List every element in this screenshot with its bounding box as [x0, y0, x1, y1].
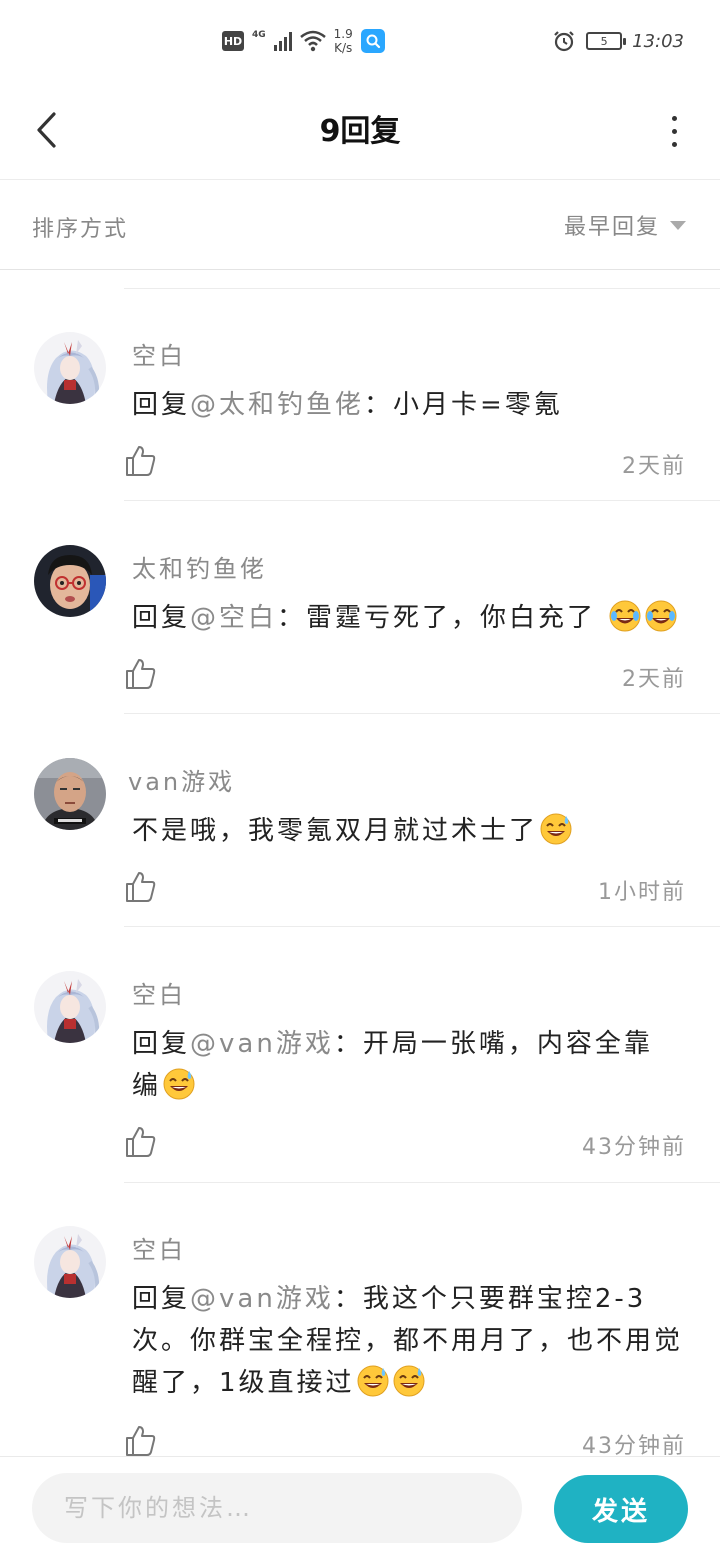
avatar[interactable] [34, 1226, 106, 1298]
battery-icon: 5 [586, 32, 627, 50]
signal-icon [273, 31, 292, 51]
clock: 13:03 [632, 30, 684, 52]
mention-link[interactable]: @空白 [190, 603, 277, 633]
comment-text: 回复@空白：雷霆亏死了，你白充了 [132, 597, 690, 639]
caret-down-icon [670, 220, 686, 230]
wifi-icon [299, 30, 326, 52]
reply-bar: 发送 [0, 1456, 720, 1559]
status-indicators: HD 4G 1.9 K/s [222, 22, 385, 60]
comment-text: 回复@van游戏：开局一张嘴，内容全靠编 [132, 1029, 653, 1101]
avatar[interactable] [34, 758, 106, 830]
send-button[interactable]: 发送 [554, 1475, 688, 1543]
sort-label: 排序方式 [32, 217, 129, 242]
like-icon[interactable] [124, 657, 158, 691]
comment-time: 1小时前 [598, 880, 686, 905]
sweat-smile-emoji [356, 1364, 390, 1398]
like-icon[interactable] [124, 1125, 158, 1159]
comment-time: 2天前 [622, 454, 686, 479]
sort-dropdown[interactable]: 最早回复 [564, 209, 686, 241]
avatar[interactable] [34, 545, 106, 617]
mention-link[interactable]: @van游戏 [190, 1284, 334, 1314]
network-speed: 1.9 K/s [333, 27, 353, 55]
alarm-icon [554, 31, 574, 52]
status-right: 5 13:03 [552, 26, 684, 56]
like-icon[interactable] [124, 444, 158, 478]
like-icon[interactable] [124, 870, 158, 904]
sort-bar: 排序方式 最早回复 [0, 181, 720, 270]
comment-text: 回复@van游戏：我这个只要群宝控2-3次。你群宝全程控，都不用月了，也不用觉醒… [132, 1284, 684, 1398]
comment-author[interactable]: 空白 [132, 336, 186, 371]
divider [124, 1182, 720, 1183]
avatar[interactable] [34, 332, 106, 404]
sweat-smile-emoji [392, 1364, 426, 1398]
comment-author[interactable]: 太和钓鱼佬 [132, 549, 267, 584]
mention-link[interactable]: @太和钓鱼佬 [190, 390, 364, 420]
app-notification-icon [360, 29, 385, 53]
comment-author[interactable]: 空白 [132, 1230, 186, 1265]
more-dots-icon [671, 115, 677, 121]
comment-text: 回复@太和钓鱼佬：小月卡=零氪 [132, 390, 563, 420]
laughing-tears-emoji [608, 599, 642, 633]
top-nav: 9回复 [0, 80, 720, 180]
page-title: 9回复 [319, 114, 401, 149]
divider [124, 713, 720, 714]
comment-author[interactable]: van游戏 [128, 762, 235, 797]
hd-badge: HD [222, 31, 244, 51]
comment-time: 2天前 [622, 667, 686, 692]
network-type: 4G [252, 30, 266, 40]
avatar[interactable] [34, 971, 106, 1043]
more-options-button[interactable] [664, 108, 684, 154]
comment-text: 不是哦，我零氪双月就过术士了 [132, 810, 690, 852]
divider [124, 926, 720, 927]
status-bar: HD 4G 1.9 K/s 5 13:03 [0, 0, 720, 80]
like-icon[interactable] [124, 1424, 158, 1458]
mention-link[interactable]: @van游戏 [190, 1029, 334, 1059]
sweat-smile-emoji [162, 1067, 196, 1101]
sort-selected-value: 最早回复 [563, 215, 660, 240]
comment-author[interactable]: 空白 [132, 975, 186, 1010]
reply-input[interactable] [32, 1473, 522, 1543]
divider [124, 500, 720, 501]
divider [124, 288, 720, 289]
comment-time: 43分钟前 [582, 1135, 686, 1160]
laughing-tears-emoji [644, 599, 678, 633]
sweat-smile-emoji [539, 812, 573, 846]
